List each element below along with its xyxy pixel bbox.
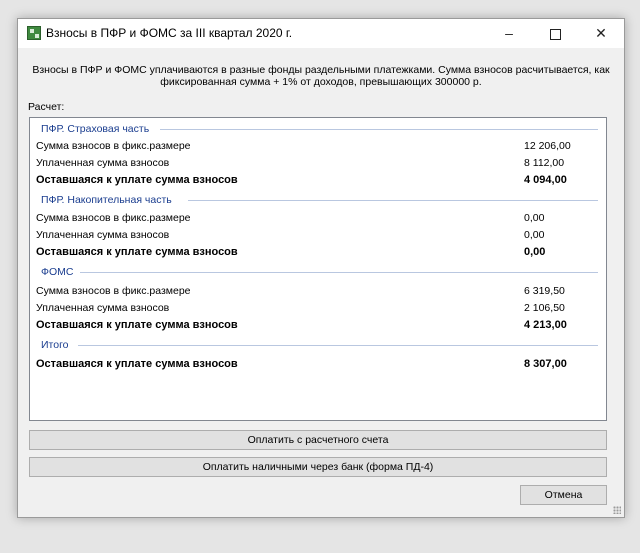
row-label: Сумма взносов в фикс.размере <box>36 140 191 152</box>
close-button[interactable]: ✕ <box>578 19 624 48</box>
row-value: 0,00 <box>524 212 545 224</box>
row-label: Уплаченная сумма взносов <box>36 302 170 314</box>
section-divider <box>188 200 598 201</box>
section-title-pfr-insurance: ПФР. Страховая часть <box>41 123 150 135</box>
intro-line-1: Взносы в ПФР и ФОМС уплачиваются в разны… <box>32 64 610 76</box>
cancel-button[interactable]: Отмена <box>520 485 607 505</box>
minimize-button[interactable]: – <box>486 19 532 48</box>
row-value: 2 106,50 <box>524 302 565 314</box>
app-icon <box>27 26 41 40</box>
section-divider <box>80 272 598 273</box>
row-label: Сумма взносов в фикс.размере <box>36 285 191 297</box>
window-title: Взносы в ПФР и ФОМС за III квартал 2020 … <box>46 26 293 40</box>
intro-text: Взносы в ПФР и ФОМС уплачиваются в разны… <box>18 64 624 88</box>
title-bar[interactable]: Взносы в ПФР и ФОМС за III квартал 2020 … <box>18 19 624 48</box>
resize-grip-icon[interactable] <box>613 506 621 514</box>
row-label: Сумма взносов в фикс.размере <box>36 212 191 224</box>
pay-from-account-button[interactable]: Оплатить с расчетного счета <box>29 430 607 450</box>
row-value: 12 206,00 <box>524 140 571 152</box>
calc-label: Расчет: <box>28 101 65 113</box>
pay-cash-bank-button[interactable]: Оплатить наличными через банк (форма ПД-… <box>29 457 607 477</box>
calculation-panel: ПФР. Страховая часть Сумма взносов в фик… <box>29 117 607 421</box>
maximize-icon <box>549 28 561 40</box>
row-label-total: Оставшаяся к уплате сумма взносов <box>36 319 238 331</box>
intro-line-2: фиксированная сумма + 1% от доходов, пре… <box>160 76 482 88</box>
row-value: 0,00 <box>524 229 545 241</box>
section-title-foms: ФОМС <box>41 266 74 278</box>
row-value-grand-total: 8 307,00 <box>524 358 567 370</box>
section-divider <box>78 345 598 346</box>
section-title-total: Итого <box>41 339 69 351</box>
row-value: 6 319,50 <box>524 285 565 297</box>
section-divider <box>160 129 598 130</box>
row-label-total: Оставшаяся к уплате сумма взносов <box>36 174 238 186</box>
maximize-button[interactable] <box>532 19 578 48</box>
row-value-total: 4 094,00 <box>524 174 567 186</box>
row-label-total: Оставшаяся к уплате сумма взносов <box>36 246 238 258</box>
section-title-pfr-funded: ПФР. Накопительная часть <box>41 194 172 206</box>
row-label: Уплаченная сумма взносов <box>36 157 170 169</box>
row-value-total: 0,00 <box>524 246 546 258</box>
row-label: Уплаченная сумма взносов <box>36 229 170 241</box>
row-value-total: 4 213,00 <box>524 319 567 331</box>
row-value: 8 112,00 <box>524 157 565 169</box>
row-label-grand-total: Оставшаяся к уплате сумма взносов <box>36 358 238 370</box>
dialog-window: Взносы в ПФР и ФОМС за III квартал 2020 … <box>17 18 625 518</box>
